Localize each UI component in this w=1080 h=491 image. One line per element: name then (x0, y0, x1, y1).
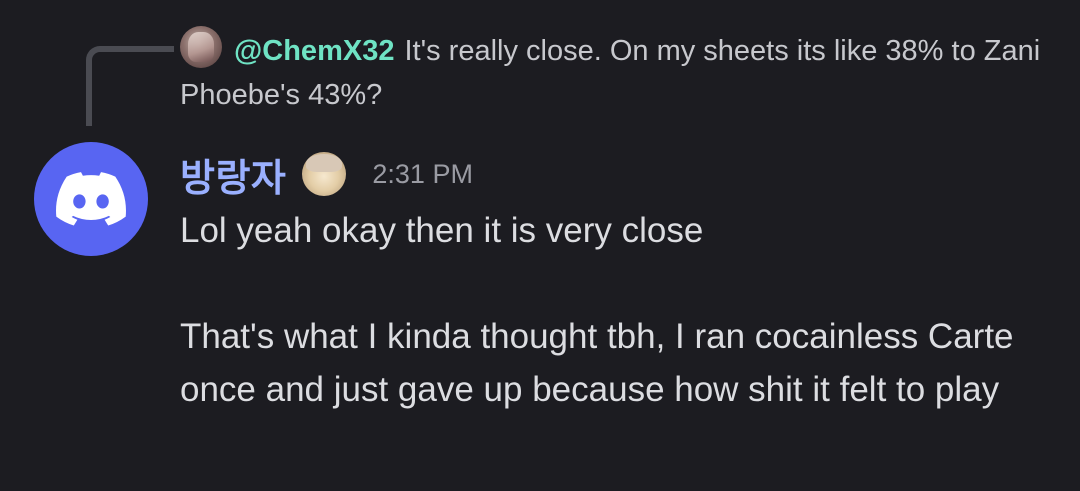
reply-user-avatar-icon[interactable] (180, 26, 222, 68)
message-timestamp[interactable]: 2:31 PM (372, 159, 473, 190)
author-name[interactable]: 방랑자 (180, 147, 286, 202)
message-header: 방랑자 2:31 PM (180, 146, 473, 202)
reply-connector (86, 46, 174, 126)
chat-message: @ChemX32 It's really close. On my sheets … (0, 0, 1080, 491)
author-avatar[interactable] (34, 142, 148, 256)
profile-badge-icon (302, 152, 347, 196)
reply-mention[interactable]: @ChemX32 (234, 35, 394, 67)
message-content: Lol yeah okay then it is very close That… (180, 204, 1060, 416)
message-line: Lol yeah okay then it is very close (180, 211, 704, 250)
discord-logo-icon (56, 172, 126, 226)
reply-preview[interactable]: @ChemX32 It's really close. On my sheets … (180, 26, 1060, 117)
message-line: That's what I kinda thought tbh, I ran c… (180, 317, 1014, 409)
